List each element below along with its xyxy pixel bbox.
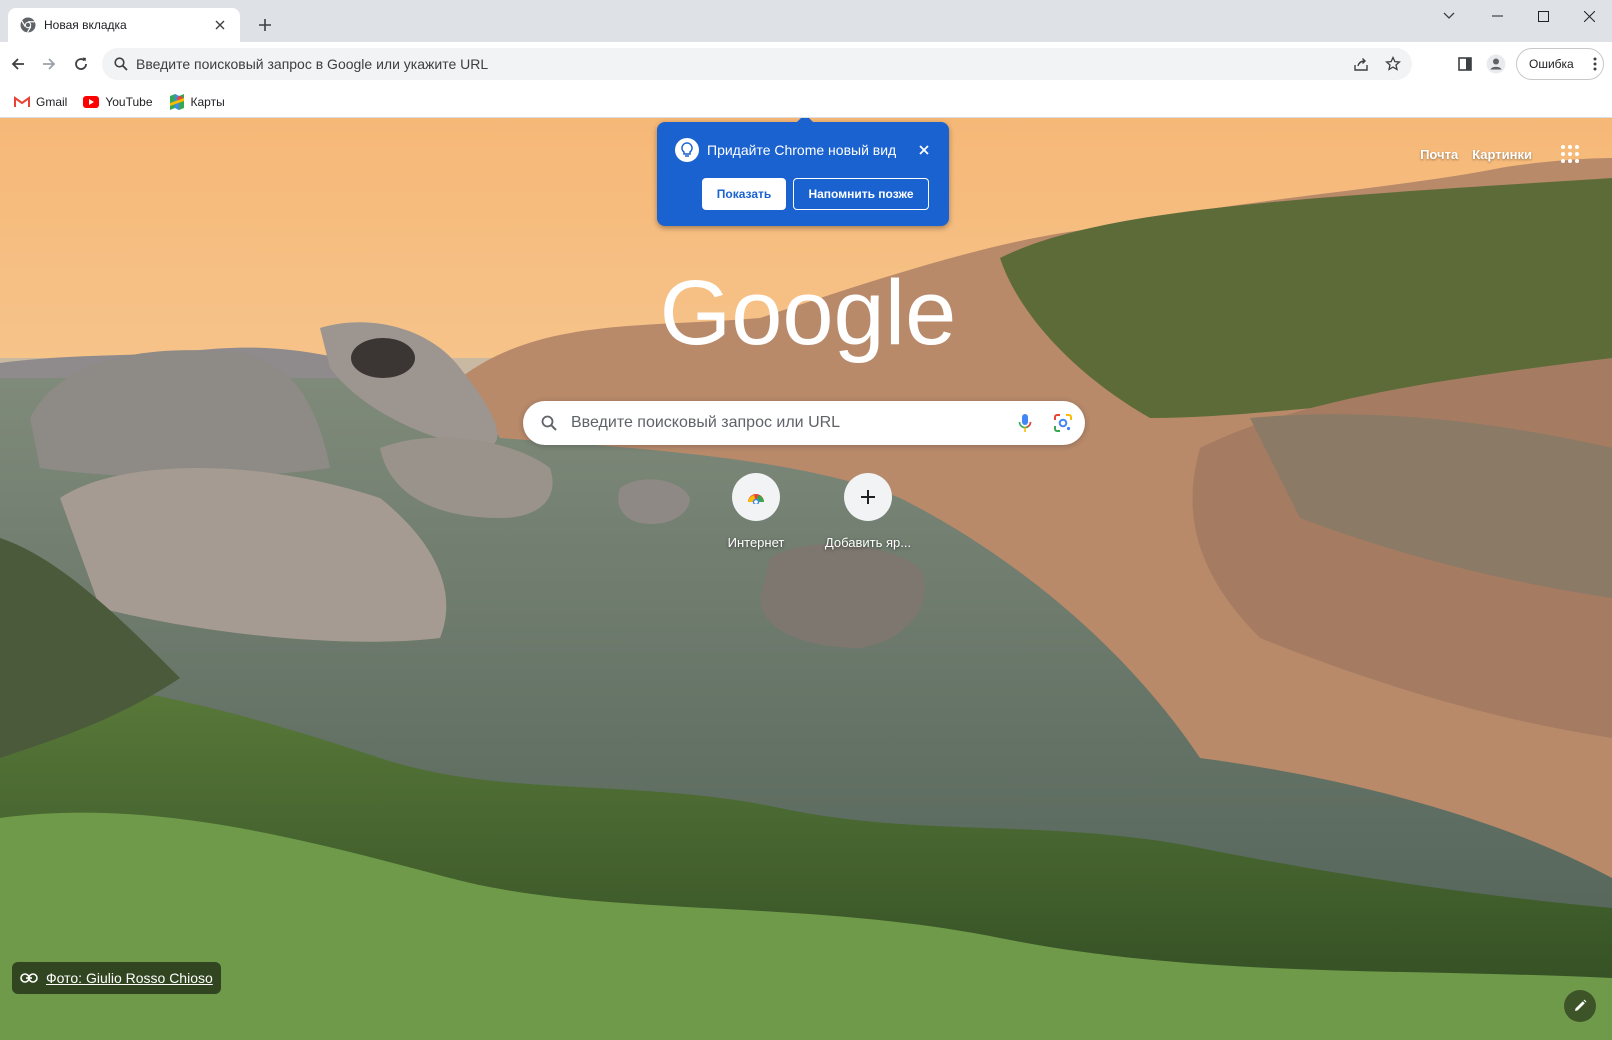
shortcut-label: Добавить яр...	[824, 535, 912, 550]
customize-chrome-promo: Придайте Chrome новый вид Показать Напом…	[657, 118, 949, 226]
shortcut-label: Интернет	[727, 535, 785, 550]
shortcut-tile[interactable]: Интернет	[700, 473, 812, 550]
back-button[interactable]	[3, 49, 33, 79]
bookmark-label: YouTube	[105, 94, 153, 109]
error-chip[interactable]: Ошибка	[1516, 48, 1604, 80]
close-window-button[interactable]	[1566, 0, 1612, 32]
search-icon	[541, 415, 557, 431]
bookmark-label: Gmail	[36, 94, 68, 109]
remind-later-button[interactable]: Напомнить позже	[793, 178, 929, 210]
promo-header: Придайте Chrome новый вид	[675, 138, 935, 162]
maximize-button[interactable]	[1520, 0, 1566, 32]
toolbar: Ошибка	[0, 42, 1612, 86]
tab-search-button[interactable]	[1426, 0, 1472, 32]
logo-text: Google	[660, 262, 957, 364]
tab-new-tab[interactable]: Новая вкладка	[8, 8, 240, 42]
google-apps-icon[interactable]	[1556, 140, 1584, 168]
link-icon	[20, 973, 38, 983]
gmail-link[interactable]: Почта	[1420, 147, 1458, 162]
lightbulb-icon	[675, 138, 699, 162]
omnibox[interactable]	[102, 48, 1412, 80]
add-shortcut-tile[interactable]: Добавить яр...	[812, 473, 924, 550]
youtube-icon	[83, 94, 100, 110]
reload-button[interactable]	[66, 49, 96, 79]
google-lens-icon[interactable]	[1047, 407, 1079, 439]
google-logo: Google	[660, 262, 957, 364]
bookmark-gmail[interactable]: Gmail	[8, 90, 73, 114]
plus-icon	[844, 473, 892, 521]
bookmark-youtube[interactable]: YouTube	[77, 90, 158, 114]
pencil-icon	[1573, 999, 1587, 1013]
minimize-button[interactable]	[1474, 0, 1520, 32]
forward-button[interactable]	[34, 49, 64, 79]
new-tab-button[interactable]	[252, 12, 278, 38]
tab-strip: Новая вкладка	[0, 0, 1612, 42]
error-label: Ошибка	[1529, 57, 1574, 71]
bookmark-maps[interactable]: Карты	[163, 90, 231, 114]
close-tab-icon[interactable]	[210, 15, 230, 35]
most-visited-shortcuts: Интернет Добавить яр...	[700, 473, 924, 550]
images-link[interactable]: Картинки	[1472, 147, 1532, 162]
voice-search-icon[interactable]	[1009, 407, 1041, 439]
chrome-icon	[20, 17, 36, 33]
show-button[interactable]: Показать	[702, 178, 786, 210]
top-links: Почта Картинки	[1420, 140, 1584, 168]
omnibox-input[interactable]	[136, 56, 1348, 72]
promo-text: Придайте Chrome новый вид	[707, 142, 897, 158]
close-promo-icon[interactable]	[913, 139, 935, 161]
realbox-input[interactable]	[571, 414, 1009, 432]
attribution-text: Фото: Giulio Rosso Chioso	[46, 970, 213, 986]
search-icon	[114, 57, 128, 71]
profile-button[interactable]	[1481, 49, 1511, 79]
customize-chrome-button[interactable]	[1564, 990, 1596, 1022]
bookmarks-bar: Gmail YouTube Карты	[0, 86, 1612, 118]
tab-title: Новая вкладка	[44, 18, 127, 32]
bookmark-star-icon[interactable]	[1380, 51, 1406, 77]
bookmark-label: Карты	[190, 94, 225, 109]
chrome-web-store-icon	[732, 473, 780, 521]
share-icon[interactable]	[1348, 51, 1374, 77]
photo-attribution[interactable]: Фото: Giulio Rosso Chioso	[12, 962, 221, 994]
maps-icon	[169, 93, 185, 110]
realbox[interactable]	[523, 401, 1085, 445]
more-vert-icon[interactable]	[1593, 57, 1597, 71]
side-panel-button[interactable]	[1450, 49, 1480, 79]
gmail-icon	[14, 94, 30, 110]
new-tab-page: Почта Картинки Придайте Chrome новый вид…	[0, 118, 1612, 1040]
promo-arrow	[797, 118, 813, 122]
